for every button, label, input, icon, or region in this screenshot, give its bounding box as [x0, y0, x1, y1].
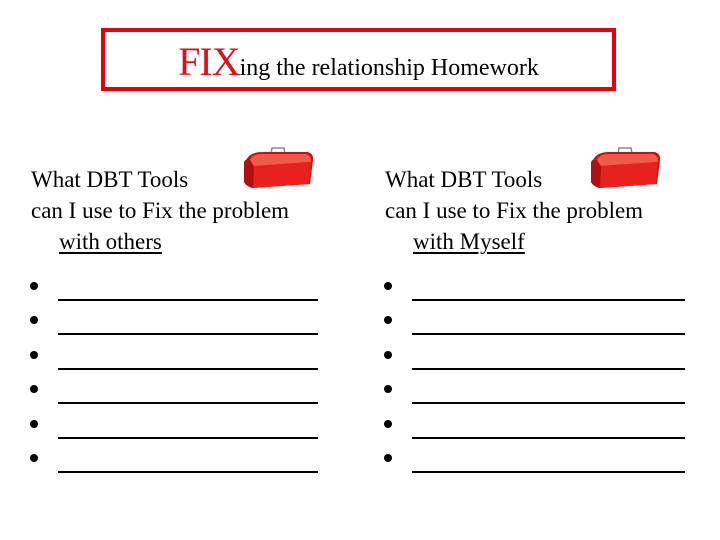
blank-line[interactable]	[412, 299, 685, 301]
bullet-icon	[384, 350, 392, 359]
toolbox-icon	[591, 147, 661, 188]
bullet-icon	[384, 282, 392, 290]
title-box: FIXing the relationship Homework	[101, 28, 616, 91]
heading-line-3: with others	[59, 229, 162, 254]
bullet-icon	[30, 385, 38, 394]
page-title: FIXing the relationship Homework	[105, 42, 612, 82]
title-emphasis: FIX	[178, 39, 240, 84]
blank-line[interactable]	[412, 367, 685, 370]
bullet-icon	[384, 419, 392, 428]
bullet-icon	[30, 316, 38, 325]
blank-line[interactable]	[58, 333, 318, 336]
toolbox-icon	[244, 147, 314, 188]
blank-line[interactable]	[412, 402, 685, 405]
title-rest: ing the relationship Homework	[239, 55, 539, 81]
bullet-icon	[30, 419, 38, 428]
blank-line[interactable]	[58, 470, 318, 473]
bullet-icon	[30, 282, 38, 290]
bullet-icon	[384, 453, 392, 462]
blank-line[interactable]	[58, 436, 318, 439]
heading-line-1: What DBT Tools	[385, 167, 543, 192]
bullet-icon	[30, 453, 38, 462]
bullet-icon	[30, 350, 38, 359]
blank-line[interactable]	[412, 333, 685, 336]
heading-line-3: with Myself	[413, 229, 525, 254]
heading-line-2: can I use to Fix the problem	[31, 198, 290, 223]
blank-line[interactable]	[58, 402, 318, 405]
bullet-icon	[384, 316, 392, 325]
blank-line[interactable]	[58, 299, 318, 301]
blank-line[interactable]	[412, 436, 685, 439]
heading-line-2: can I use to Fix the problem	[385, 198, 644, 223]
blank-line[interactable]	[412, 470, 685, 473]
blank-line[interactable]	[58, 367, 318, 370]
heading-line-1: What DBT Tools	[31, 167, 189, 192]
bullet-icon	[384, 385, 392, 394]
